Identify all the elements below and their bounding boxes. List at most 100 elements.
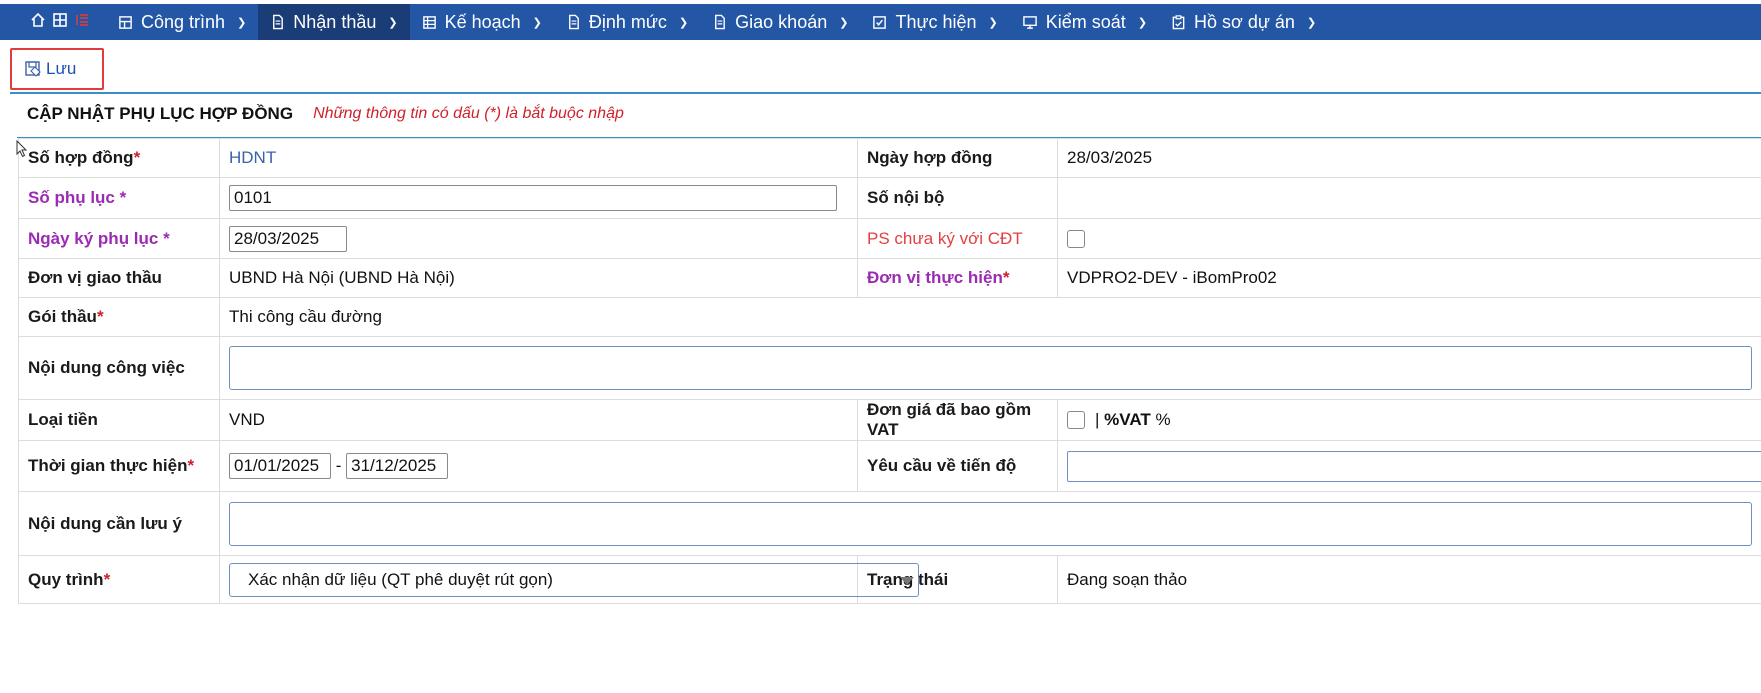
form-title: CẬP NHẬT PHỤ LỤC HỢP ĐỒNG <box>27 104 294 123</box>
save-icon <box>25 61 41 77</box>
period-label: Thời gian thực hiện* <box>18 440 220 492</box>
check-square-icon <box>873 15 887 29</box>
nav-item-nhan-thau[interactable]: Nhận thầu ❯ <box>258 4 410 40</box>
executor-value: VDPRO2-DEV - iBomPro02 <box>1057 258 1761 298</box>
nav-label: Thực hiện <box>895 11 977 32</box>
workflow-label: Quy trình* <box>18 555 220 604</box>
top-nav-bar: Công trình ❯ Nhận thầu ❯ Kế hoạch ❯ Định… <box>0 4 1761 40</box>
dropdown-arrow-icon <box>900 576 914 585</box>
contract-no-label: Số hợp đồng* <box>18 138 220 178</box>
internal-no-label: Số nội bộ <box>857 177 1058 219</box>
form-row: Gói thầu* Thi công cầu đường <box>18 297 1761 337</box>
workflow-cell: Xác nhận dữ liệu (QT phê duyệt rút gọn) <box>219 555 919 604</box>
nav-home-group <box>0 4 106 40</box>
toolbar: Lưu <box>10 48 104 90</box>
nav-item-dinh-muc[interactable]: Định mức ❯ <box>554 4 700 40</box>
vat-label: | %VAT % <box>1095 410 1171 429</box>
appendix-form-table: Số hợp đồng* HDNT Ngày hợp đồng 28/03/20… <box>18 138 1761 604</box>
ps-unsigned-checkbox[interactable] <box>1067 230 1085 249</box>
required-note: Những thông tin có dấu (*) là bắt buộc n… <box>313 105 624 122</box>
appendix-date-label: Ngày ký phụ lục * <box>18 218 220 259</box>
work-content-cell <box>219 336 1761 400</box>
home-icon[interactable] <box>30 12 46 33</box>
progress-req-input[interactable] <box>1067 450 1761 482</box>
grid-plus-icon[interactable] <box>52 12 68 33</box>
appendix-no-cell <box>219 177 858 219</box>
form-row: Đơn vị giao thầu UBND Hà Nội (UBND Hà Nộ… <box>18 258 1761 298</box>
period-from-input[interactable] <box>229 453 331 479</box>
form-row: Loại tiền VND Đơn giá đã bao gồm VAT | %… <box>18 399 1761 441</box>
nav-item-ho-so-du-an[interactable]: Hồ sơ dự án ❯ <box>1159 4 1328 40</box>
vat-group: | %VAT % <box>1067 410 1752 430</box>
form-row: Số phụ lục * Số nội bộ <box>18 177 1761 219</box>
form-header: CẬP NHẬT PHỤ LỤC HỢP ĐỒNG Những thông ti… <box>27 104 624 124</box>
appendix-date-input[interactable] <box>229 225 347 252</box>
nav-label: Định mức <box>588 11 667 32</box>
mouse-cursor-icon <box>16 140 28 158</box>
vat-cell: | %VAT % <box>1057 399 1761 441</box>
period-cell: - <box>219 440 858 492</box>
progress-req-cell <box>1057 440 1761 492</box>
vat-included-checkbox[interactable] <box>1067 411 1085 429</box>
workflow-selected-value: Xác nhận dữ liệu (QT phê duyệt rút gọn) <box>248 569 553 589</box>
document-icon <box>568 14 579 30</box>
chevron-down-icon: ❯ <box>678 16 689 29</box>
package-label: Gói thầu* <box>18 297 220 337</box>
form-row: Nội dung cần lưu ý <box>18 491 1761 556</box>
executor-label: Đơn vị thực hiện* <box>857 258 1058 298</box>
grid-icon <box>119 15 132 29</box>
package-value: Thi công cầu đường <box>219 297 1761 337</box>
ps-unsigned-label: PS chưa ký với CĐT <box>857 218 1058 259</box>
document-icon <box>715 14 726 30</box>
nav-item-ke-hoach[interactable]: Kế hoạch ❯ <box>410 4 554 40</box>
vat-included-label: Đơn giá đã bao gồm VAT <box>857 399 1058 441</box>
currency-value: VND <box>219 399 858 441</box>
nav-label: Kiểm soát <box>1045 11 1126 32</box>
document-icon <box>273 14 284 30</box>
chevron-down-icon: ❯ <box>839 16 849 29</box>
notes-cell <box>219 491 1761 556</box>
contract-no-value: HDNT <box>219 138 858 178</box>
table-icon <box>422 15 436 29</box>
appendix-date-cell <box>219 218 858 259</box>
period-to-input[interactable] <box>346 453 449 479</box>
list-red-icon[interactable] <box>74 12 90 33</box>
save-label: Lưu <box>46 59 77 78</box>
nav-item-thuc-hien[interactable]: Thực hiện ❯ <box>860 4 1009 40</box>
nav-label: Nhận thầu <box>293 11 377 32</box>
monitor-icon <box>1022 15 1037 29</box>
nav-item-cong-trinh[interactable]: Công trình ❯ <box>106 4 258 40</box>
form-row: Ngày ký phụ lục * PS chưa ký với CĐT <box>18 218 1761 259</box>
nav-label: Giao khoán <box>735 11 828 32</box>
contractor-label: Đơn vị giao thầu <box>18 258 220 298</box>
appendix-no-input[interactable] <box>229 185 837 211</box>
work-content-textarea[interactable] <box>229 346 1752 390</box>
save-button[interactable]: Lưu <box>10 48 104 90</box>
ps-unsigned-cell <box>1057 218 1761 259</box>
nav-label: Kế hoạch <box>444 11 521 32</box>
contract-date-value: 28/03/2025 <box>1057 138 1761 178</box>
nav-item-giao-khoan[interactable]: Giao khoán ❯ <box>700 4 860 40</box>
period-dash: - <box>335 456 342 475</box>
appendix-no-label: Số phụ lục * <box>18 177 220 219</box>
form-row: Quy trình* Xác nhận dữ liệu (QT phê duyệ… <box>18 555 1761 604</box>
work-content-label: Nội dung công việc <box>18 336 220 400</box>
status-value: Đang soạn thảo <box>1057 555 1761 604</box>
section-divider <box>10 92 1761 94</box>
clipboard-icon <box>1172 15 1185 30</box>
currency-label: Loại tiền <box>18 399 220 441</box>
form-row: Thời gian thực hiện* - Yêu cầu về tiến đ… <box>18 440 1761 492</box>
chevron-down-icon: ❯ <box>1137 16 1148 29</box>
notes-label: Nội dung cần lưu ý <box>18 491 220 556</box>
progress-req-label: Yêu cầu về tiến độ <box>857 440 1058 492</box>
chevron-down-icon: ❯ <box>388 16 398 29</box>
nav-label: Hồ sơ dự án <box>1194 11 1295 32</box>
workflow-select[interactable]: Xác nhận dữ liệu (QT phê duyệt rút gọn) <box>229 562 919 597</box>
nav-item-kiem-soat[interactable]: Kiểm soát ❯ <box>1010 4 1159 40</box>
chevron-down-icon: ❯ <box>988 16 998 29</box>
form-row: Nội dung công việc <box>18 336 1761 400</box>
notes-textarea[interactable] <box>229 501 1752 546</box>
contractor-value: UBND Hà Nội (UBND Hà Nội) <box>219 258 858 298</box>
chevron-down-icon: ❯ <box>237 16 247 29</box>
internal-no-value <box>1057 177 1761 219</box>
